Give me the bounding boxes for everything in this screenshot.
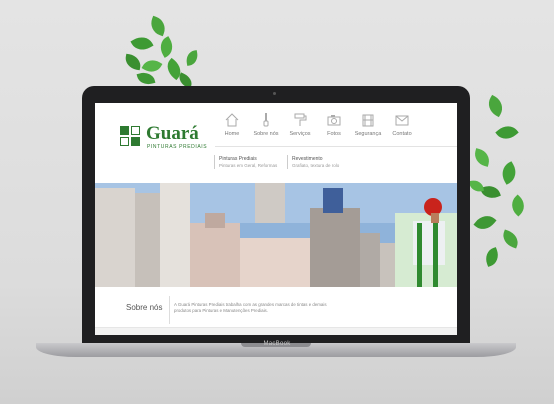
submenu-item-painting[interactable]: Pinturas Prediais Pinturas em Geral, Ref…: [219, 156, 277, 168]
about-divider: [169, 296, 170, 324]
submenu-subtitle: Grafiato, textura de rolo: [292, 163, 340, 168]
house-icon: [225, 113, 239, 127]
logo-title: Guará: [146, 123, 199, 144]
website-screen: Guará PINTURAS PREDIAIS Home Sobre nós S…: [95, 103, 457, 335]
about-title: Sobre nós: [126, 303, 163, 312]
submenu-title: Revestimento: [292, 156, 323, 162]
envelope-icon: [395, 115, 409, 126]
nav-label: Sobre nós: [253, 131, 279, 137]
nav-home[interactable]: Home: [215, 112, 249, 137]
camera-icon: [327, 115, 341, 126]
nav-divider: [215, 146, 457, 147]
roller-icon: [294, 113, 307, 126]
brush-icon: [263, 113, 269, 127]
nav-label: Segurança: [354, 131, 382, 137]
nav-label: Fotos: [327, 131, 341, 137]
footer-strip: [95, 327, 457, 335]
about-text: A Guará Pinturas Prediais trabalha com a…: [174, 302, 327, 313]
laptop-lid: Guará PINTURAS PREDIAIS Home Sobre nós S…: [82, 86, 470, 343]
submenu-title: Pinturas Prediais: [219, 156, 257, 162]
nav-services[interactable]: Serviços: [283, 112, 317, 137]
submenu-divider: [214, 155, 215, 169]
harness-icon: [362, 114, 374, 127]
submenu-divider: [287, 155, 288, 169]
logo-mark-icon: [120, 126, 142, 146]
nav-label: Serviços: [289, 131, 311, 137]
submenu-item-coating[interactable]: Revestimento Grafiato, textura de rolo: [292, 156, 339, 168]
nav-photos[interactable]: Fotos: [317, 112, 351, 137]
submenu-subtitle: Pinturas em Geral, Reformas: [219, 163, 278, 168]
laptop-brand-label: MacBook: [263, 341, 291, 347]
nav-label: Contato: [392, 131, 412, 137]
hero-image: [95, 183, 457, 287]
nav-about[interactable]: Sobre nós: [249, 112, 283, 137]
logo-subtitle: PINTURAS PREDIAIS: [147, 144, 208, 150]
webcam: [273, 92, 276, 95]
nav-label: Home: [224, 131, 240, 137]
main-nav: Home Sobre nós Serviços Fotos Segurança …: [215, 112, 419, 137]
nav-safety[interactable]: Segurança: [351, 112, 385, 137]
nav-contact[interactable]: Contato: [385, 112, 419, 137]
